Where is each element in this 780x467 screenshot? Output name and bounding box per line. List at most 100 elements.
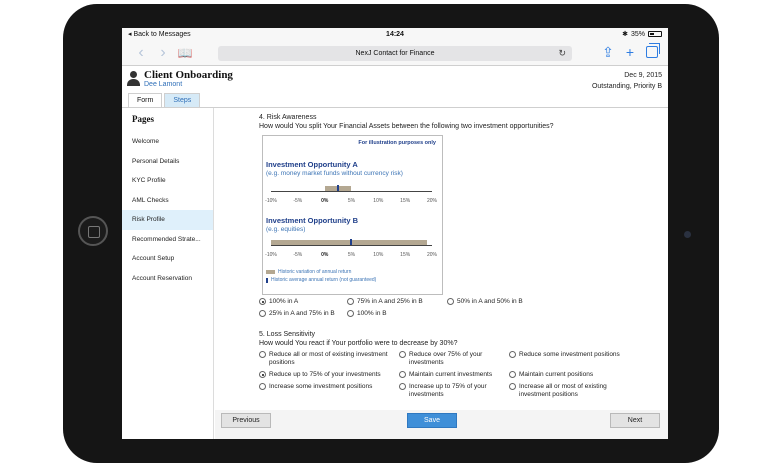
opportunity-a-subtitle: (e.g. money market funds without currenc…: [266, 170, 403, 177]
opportunity-b-scale: [271, 239, 432, 246]
legend-variation-label: Historic variation of annual return: [278, 269, 352, 275]
question-risk-awareness: 4. Risk Awareness How would You split Yo…: [259, 113, 554, 131]
header-date: Dec 9, 2015: [624, 72, 662, 79]
tick-label: 15%: [400, 198, 411, 204]
tick-label: 20%: [426, 252, 438, 258]
home-button[interactable]: [78, 216, 108, 246]
question-text: How would You split Your Financial Asset…: [259, 123, 554, 130]
opportunity-a-scale: [271, 185, 432, 192]
front-camera: [684, 231, 691, 238]
q4-option-3[interactable]: 50% in A and 50% in B: [447, 298, 523, 306]
bluetooth-icon: ✱: [622, 31, 628, 38]
sidebar-item-account-reservation[interactable]: Account Reservation: [122, 269, 213, 289]
q5-option-8[interactable]: Increase up to 75% of your investments: [399, 383, 505, 399]
q5-option-2[interactable]: Reduce over 75% of your investments: [399, 351, 505, 367]
radio[interactable]: [259, 351, 266, 358]
reload-icon[interactable]: ↻: [558, 46, 566, 61]
question-title: 4. Risk Awareness: [259, 114, 317, 121]
radio-selected[interactable]: [259, 298, 266, 305]
form-area: 4. Risk Awareness How would You split Yo…: [215, 108, 668, 439]
page-title: NexJ Contact for Finance: [355, 50, 435, 57]
new-tab-icon[interactable]: +: [626, 44, 634, 61]
share-icon[interactable]: ⇪: [602, 44, 614, 61]
tabs-icon[interactable]: [646, 43, 660, 58]
question-title: 5. Loss Sensitivity: [259, 331, 316, 338]
app-title: Client Onboarding: [144, 69, 233, 81]
tick-label: 15%: [400, 252, 411, 258]
q5-option-7[interactable]: Increase some investment positions: [259, 383, 391, 391]
opportunity-b-title: Investment Opportunity B: [266, 216, 359, 225]
radio[interactable]: [399, 383, 406, 390]
address-bar[interactable]: NexJ Contact for Finance ↻: [218, 46, 572, 61]
tick-label: -5%: [293, 252, 303, 258]
q5-option-6[interactable]: Maintain current positions: [509, 371, 639, 379]
q4-option-2[interactable]: 75% in A and 25% in B: [347, 298, 423, 306]
radio-selected[interactable]: [259, 371, 266, 378]
radio[interactable]: [399, 371, 406, 378]
sidebar-item-recommended-strategy[interactable]: Recommended Strate...: [122, 230, 213, 250]
q5-option-4[interactable]: Reduce up to 75% of your investments: [259, 371, 391, 379]
legend-variation: Historic variation of annual return: [266, 269, 351, 275]
q5-option-9[interactable]: Increase all or most of existing investm…: [509, 383, 639, 399]
tick-label: 0%: [321, 198, 329, 204]
investment-illustration: For illustration purposes only Investmen…: [262, 135, 443, 295]
back-to-messages-link[interactable]: ◂ Back to Messages: [128, 30, 191, 38]
status-bar: ◂ Back to Messages 14:24 ✱ 35%: [122, 28, 668, 40]
pages-sidebar: Pages Welcome Personal Details KYC Profi…: [122, 108, 214, 439]
sidebar-item-account-setup[interactable]: Account Setup: [122, 249, 213, 269]
opportunity-b-subtitle: (e.g. equities): [266, 226, 306, 233]
opportunity-a-title: Investment Opportunity A: [266, 160, 358, 169]
legend-average-swatch: [266, 277, 268, 283]
app-header: Client Onboarding Dee Lamont Dec 9, 2015…: [122, 66, 668, 92]
question-text: How would You react if Your portfolio we…: [259, 340, 458, 347]
opportunity-b-variation-bar: [271, 240, 427, 245]
forward-arrow-icon[interactable]: ›: [152, 44, 174, 61]
illustration-note: For illustration purposes only: [358, 140, 436, 146]
radio[interactable]: [509, 371, 516, 378]
battery-percent: 35%: [630, 30, 645, 38]
opportunity-a-average-marker: [337, 185, 339, 191]
header-status: Outstanding, Priority B: [591, 83, 662, 90]
q5-option-1[interactable]: Reduce all or most of existing investmen…: [259, 351, 391, 367]
browser-actions: ⇪ +: [602, 43, 660, 61]
tab-steps[interactable]: Steps: [164, 93, 201, 107]
legend-variation-swatch: [266, 270, 275, 274]
tick-label: 0%: [321, 252, 329, 258]
client-name-link[interactable]: Dee Lamont: [144, 81, 668, 88]
bookmarks-icon[interactable]: 📖: [174, 46, 196, 60]
radio[interactable]: [509, 383, 516, 390]
previous-button[interactable]: Previous: [221, 413, 271, 428]
q4-option-5[interactable]: 100% in B: [347, 310, 387, 318]
question-loss-sensitivity: 5. Loss Sensitivity How would You react …: [259, 330, 457, 348]
q4-option-4[interactable]: 25% in A and 75% in B: [259, 310, 335, 318]
q5-option-3[interactable]: Reduce some investment positions: [509, 351, 639, 359]
sidebar-item-aml-checks[interactable]: AML Checks: [122, 191, 213, 211]
sidebar-item-welcome[interactable]: Welcome: [122, 132, 213, 152]
tick-label: 20%: [426, 198, 438, 204]
opportunity-b-average-marker: [350, 239, 352, 245]
tick-label: 5%: [347, 198, 356, 204]
radio[interactable]: [399, 351, 406, 358]
tick-label: -10%: [265, 252, 277, 258]
sidebar-item-kyc-profile[interactable]: KYC Profile: [122, 171, 213, 191]
radio[interactable]: [347, 310, 354, 317]
radio[interactable]: [509, 351, 516, 358]
app-tabs: Form Steps: [122, 92, 668, 108]
radio[interactable]: [447, 298, 454, 305]
legend-average-label: Historic average annual return (not guar…: [271, 277, 377, 283]
tick-label: 10%: [373, 198, 384, 204]
back-label: Back to Messages: [133, 31, 191, 38]
sidebar-item-risk-profile[interactable]: Risk Profile: [122, 210, 213, 230]
sidebar-item-personal-details[interactable]: Personal Details: [122, 152, 213, 172]
radio[interactable]: [347, 298, 354, 305]
back-arrow-icon[interactable]: ‹: [130, 44, 152, 61]
q5-option-5[interactable]: Maintain current investments: [399, 371, 505, 379]
tab-form[interactable]: Form: [128, 93, 163, 107]
radio[interactable]: [259, 310, 266, 317]
q4-option-1[interactable]: 100% in A: [259, 298, 298, 306]
save-button[interactable]: Save: [407, 413, 457, 428]
avatar: [126, 71, 140, 87]
radio[interactable]: [259, 383, 266, 390]
tick-label: 5%: [347, 252, 356, 258]
next-button[interactable]: Next: [610, 413, 660, 428]
